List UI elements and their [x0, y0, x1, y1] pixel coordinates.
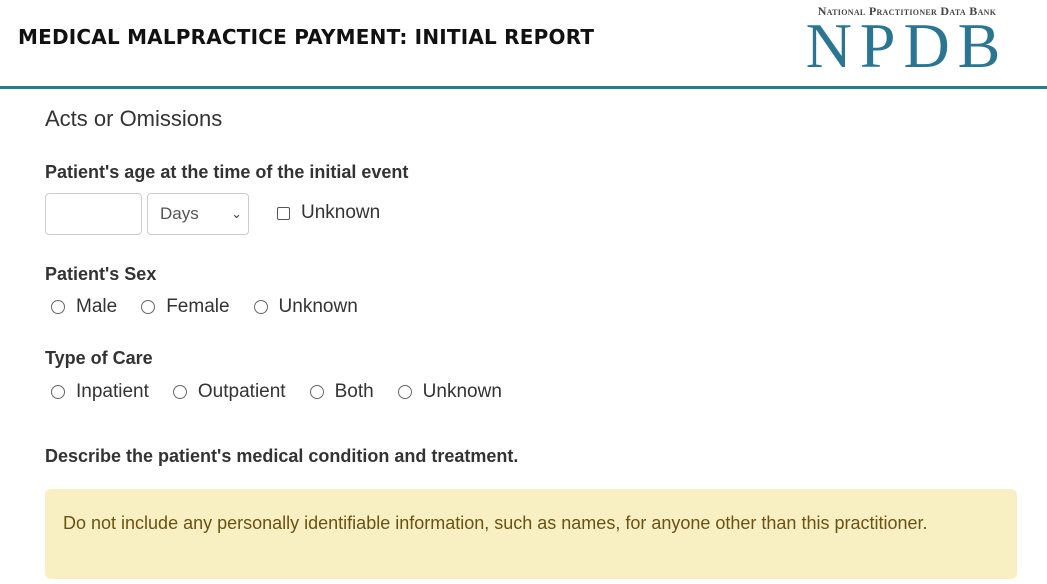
chevron-down-icon: ⌄ — [231, 206, 242, 221]
radio-label: Unknown — [278, 296, 358, 317]
sex-radio-group: Male Female Unknown — [51, 296, 382, 318]
radio-icon[interactable] — [253, 300, 268, 314]
care-option-inpatient[interactable]: Inpatient — [51, 381, 149, 403]
sex-label: Patient's Sex — [45, 264, 157, 284]
care-option-outpatient[interactable]: Outpatient — [172, 381, 286, 403]
radio-label: Unknown — [422, 381, 502, 402]
sex-option-unknown[interactable]: Unknown — [253, 296, 358, 318]
npdb-logo: National Practitioner Data Bank NPDB — [794, 4, 1020, 81]
describe-label: Describe the patient's medical condition… — [45, 446, 519, 466]
radio-icon[interactable] — [51, 385, 65, 399]
radio-label: Both — [334, 381, 374, 402]
radio-label: Male — [76, 296, 118, 317]
radio-icon[interactable] — [51, 300, 65, 314]
age-input[interactable] — [45, 193, 142, 235]
radio-icon[interactable] — [172, 385, 187, 399]
age-unknown-label: Unknown — [301, 202, 381, 223]
age-unit-value: Days — [160, 204, 199, 223]
radio-label: Outpatient — [197, 381, 286, 402]
radio-icon[interactable] — [141, 300, 156, 314]
age-unit-select[interactable]: Days ⌄ — [147, 193, 249, 235]
radio-icon[interactable] — [397, 385, 412, 399]
care-option-both[interactable]: Both — [309, 381, 374, 403]
sex-option-female[interactable]: Female — [141, 296, 230, 318]
sex-option-male[interactable]: Male — [51, 296, 117, 318]
checkbox-icon[interactable] — [277, 206, 290, 220]
pii-warning-alert: Do not include any personally identifiab… — [45, 489, 1017, 579]
radio-icon[interactable] — [309, 385, 324, 399]
age-unknown-checkbox[interactable]: Unknown — [277, 202, 380, 224]
radio-label: Female — [166, 296, 230, 317]
care-option-unknown[interactable]: Unknown — [397, 381, 502, 403]
radio-label: Inpatient — [76, 381, 149, 402]
section-title: Acts or Omissions — [45, 106, 223, 131]
age-label: Patient's age at the time of the initial… — [45, 162, 409, 182]
page-title: MEDICAL MALPRACTICE PAYMENT: INITIAL REP… — [18, 25, 595, 49]
page-header: MEDICAL MALPRACTICE PAYMENT: INITIAL REP… — [0, 0, 1047, 89]
care-label: Type of Care — [45, 348, 153, 368]
care-radio-group: Inpatient Outpatient Both Unknown — [51, 381, 526, 403]
logo-wordmark: NPDB — [805, 10, 1009, 81]
